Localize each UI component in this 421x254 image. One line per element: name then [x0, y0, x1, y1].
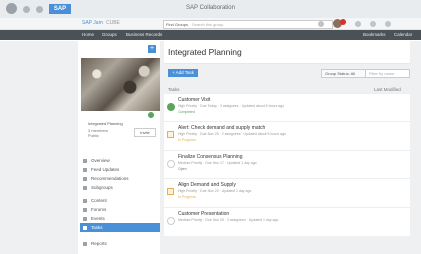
nav-calendar[interactable]: Calendar — [394, 32, 412, 37]
app-name[interactable]: SAP Jam — [82, 20, 103, 26]
menu-feed-updates[interactable]: Feed Updates — [80, 165, 160, 174]
nav-business-records[interactable]: Business Records — [126, 32, 162, 37]
task-meta: High Priority · Due Nov 20 · Updated 1 d… — [178, 189, 252, 193]
notification-badge — [340, 18, 346, 25]
progress-icon[interactable] — [167, 131, 174, 138]
tasks-icon — [83, 225, 87, 230]
menu-recommendations[interactable]: Recommendations — [80, 174, 160, 183]
mail-icon[interactable] — [370, 20, 376, 27]
forums-icon — [83, 207, 87, 212]
progress-icon[interactable] — [167, 188, 174, 195]
task-meta: High Priority · Due Today · 3 assignees … — [178, 104, 285, 108]
open-circle-icon[interactable] — [167, 217, 175, 225]
status-filter-dropdown[interactable]: Group Status: All — [321, 69, 368, 78]
add-task-button[interactable]: + Add Task — [168, 69, 198, 77]
group-visibility: Public — [88, 133, 99, 138]
task-status[interactable]: Open — [178, 167, 187, 171]
task-title[interactable]: Finalize Consensus Planning — [178, 154, 242, 160]
task-status[interactable]: In Progress — [178, 138, 196, 142]
task-title[interactable]: Alert: Check demand and supply match — [178, 125, 265, 131]
task-meta: Medium Priority · Due Nov 25 · 2 assigne… — [178, 218, 279, 222]
menu-content[interactable]: Content — [80, 196, 160, 205]
content-icon — [83, 198, 87, 203]
task-meta: Medium Priority · Due Nov 17 · Updated 1… — [178, 161, 257, 165]
bell-icon[interactable] — [355, 20, 361, 27]
app-subbar: SAP Jam CUBE Find Groups Search this gro… — [0, 18, 421, 30]
menu-overview[interactable]: Overview — [80, 156, 160, 165]
task-meta: High Priority · Due Nov 25 · 2 assignees… — [178, 132, 286, 136]
search-placeholder: Search this group — [192, 22, 224, 27]
task-status[interactable]: Completed — [178, 110, 195, 114]
check-icon[interactable] — [167, 103, 175, 111]
events-icon — [83, 216, 87, 221]
nav-bookmarks[interactable]: Bookmarks — [363, 32, 386, 37]
menu-reports[interactable]: Reports — [80, 239, 160, 248]
task-row[interactable]: Alert: Check demand and supply match Hig… — [164, 121, 410, 150]
nav-home[interactable]: Home — [82, 32, 94, 37]
task-row[interactable]: Finalize Consensus Planning Medium Prior… — [164, 150, 410, 179]
feed-icon — [83, 167, 87, 172]
tasks-heading: Tasks — [168, 87, 180, 92]
header-icons — [318, 18, 391, 28]
subgroups-icon — [83, 185, 87, 190]
search-input[interactable]: Find Groups Search this group — [163, 20, 333, 29]
task-row[interactable]: Customer Presentation Medium Priority · … — [164, 207, 410, 236]
main-nav: Home Groups Business Records Bookmarks C… — [0, 30, 421, 40]
sort-dropdown[interactable]: Last Modified — [374, 87, 401, 92]
task-row[interactable]: Customer Visit High Priority · Due Today… — [164, 93, 410, 122]
search-icon[interactable] — [318, 20, 324, 27]
overview-icon — [83, 158, 87, 163]
cover-image-texture — [81, 58, 160, 111]
menu-forums[interactable]: Forums — [80, 205, 160, 214]
task-row[interactable]: Align Demand and Supply High Priority · … — [164, 178, 410, 207]
search-category[interactable]: Find Groups — [166, 22, 188, 27]
recommend-icon — [83, 176, 87, 181]
task-title[interactable]: Customer Visit — [178, 97, 210, 103]
app-name-secondary: CUBE — [106, 20, 120, 26]
add-button[interactable]: + — [148, 45, 156, 53]
page-title: Integrated Planning — [168, 47, 242, 57]
open-circle-icon[interactable] — [167, 160, 175, 168]
status-dot — [148, 112, 154, 118]
menu-tasks[interactable]: Tasks — [80, 223, 160, 232]
invite-button[interactable]: Invite — [134, 128, 156, 137]
menu-subgroups[interactable]: Subgroups — [80, 183, 160, 192]
browser-top-bar: SAP SAP Collaboration — [0, 0, 421, 19]
task-status[interactable]: In Progress — [178, 195, 196, 199]
task-title[interactable]: Customer Presentation — [178, 211, 229, 217]
menu-events[interactable]: Events — [80, 214, 160, 223]
window-title: SAP Collaboration — [186, 5, 235, 11]
reports-icon — [83, 241, 87, 246]
filter-input[interactable]: Filter by name — [365, 69, 410, 78]
group-name: Integrated Planning — [88, 121, 123, 126]
nav-groups[interactable]: Groups — [102, 32, 117, 37]
gear-icon[interactable] — [385, 20, 391, 27]
task-title[interactable]: Align Demand and Supply — [178, 182, 236, 188]
